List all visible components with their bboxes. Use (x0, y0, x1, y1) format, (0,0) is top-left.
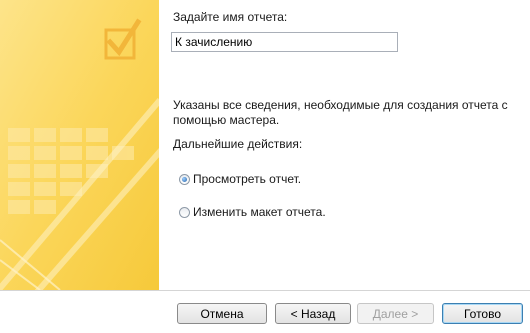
finish-button[interactable]: Готово (442, 303, 523, 324)
option-edit-layout-label: Изменить макет отчета. (193, 205, 326, 219)
wizard-art-graphic (0, 0, 159, 290)
info-text: Указаны все сведения, необходимые для со… (173, 98, 508, 127)
option-edit-layout[interactable]: Изменить макет отчета. (179, 205, 326, 219)
wizard-footer: Отмена < Назад Далее > Готово (0, 291, 530, 333)
wizard-illustration (0, 0, 159, 290)
wizard-content: Задайте имя отчета: Указаны все сведения… (159, 0, 530, 290)
radio-edit-layout[interactable] (179, 206, 190, 218)
next-action-label: Дальнейшие действия: (173, 137, 303, 151)
report-name-label: Задайте имя отчета: (173, 10, 288, 24)
next-button[interactable]: Далее > (357, 303, 434, 324)
option-preview-report-label: Просмотреть отчет. (193, 172, 302, 186)
cancel-button[interactable]: Отмена (177, 303, 267, 324)
report-name-input[interactable] (171, 32, 398, 52)
back-button[interactable]: < Назад (275, 303, 351, 324)
radio-preview-report[interactable] (179, 173, 190, 185)
option-preview-report[interactable]: Просмотреть отчет. (179, 172, 301, 186)
